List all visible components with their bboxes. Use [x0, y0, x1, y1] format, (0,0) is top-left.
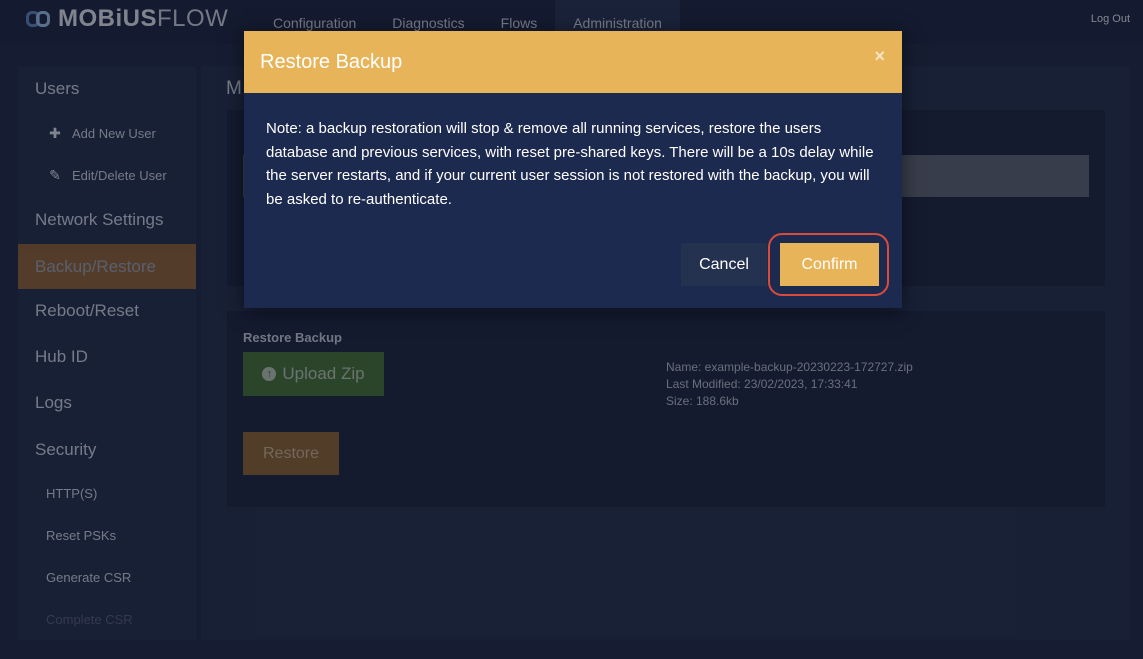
restore-backup-modal: Restore Backup × Note: a backup restorat…	[244, 31, 902, 308]
modal-message: Note: a backup restoration will stop & r…	[266, 120, 874, 208]
app-root: MOBiUSFLOW Configuration Diagnostics Flo…	[0, 0, 1143, 659]
confirm-button[interactable]: Confirm	[780, 243, 879, 286]
close-icon[interactable]: ×	[874, 46, 885, 67]
modal-header: Restore Backup ×	[244, 31, 902, 93]
cancel-button[interactable]: Cancel	[681, 243, 767, 286]
modal-title: Restore Backup	[260, 51, 403, 73]
